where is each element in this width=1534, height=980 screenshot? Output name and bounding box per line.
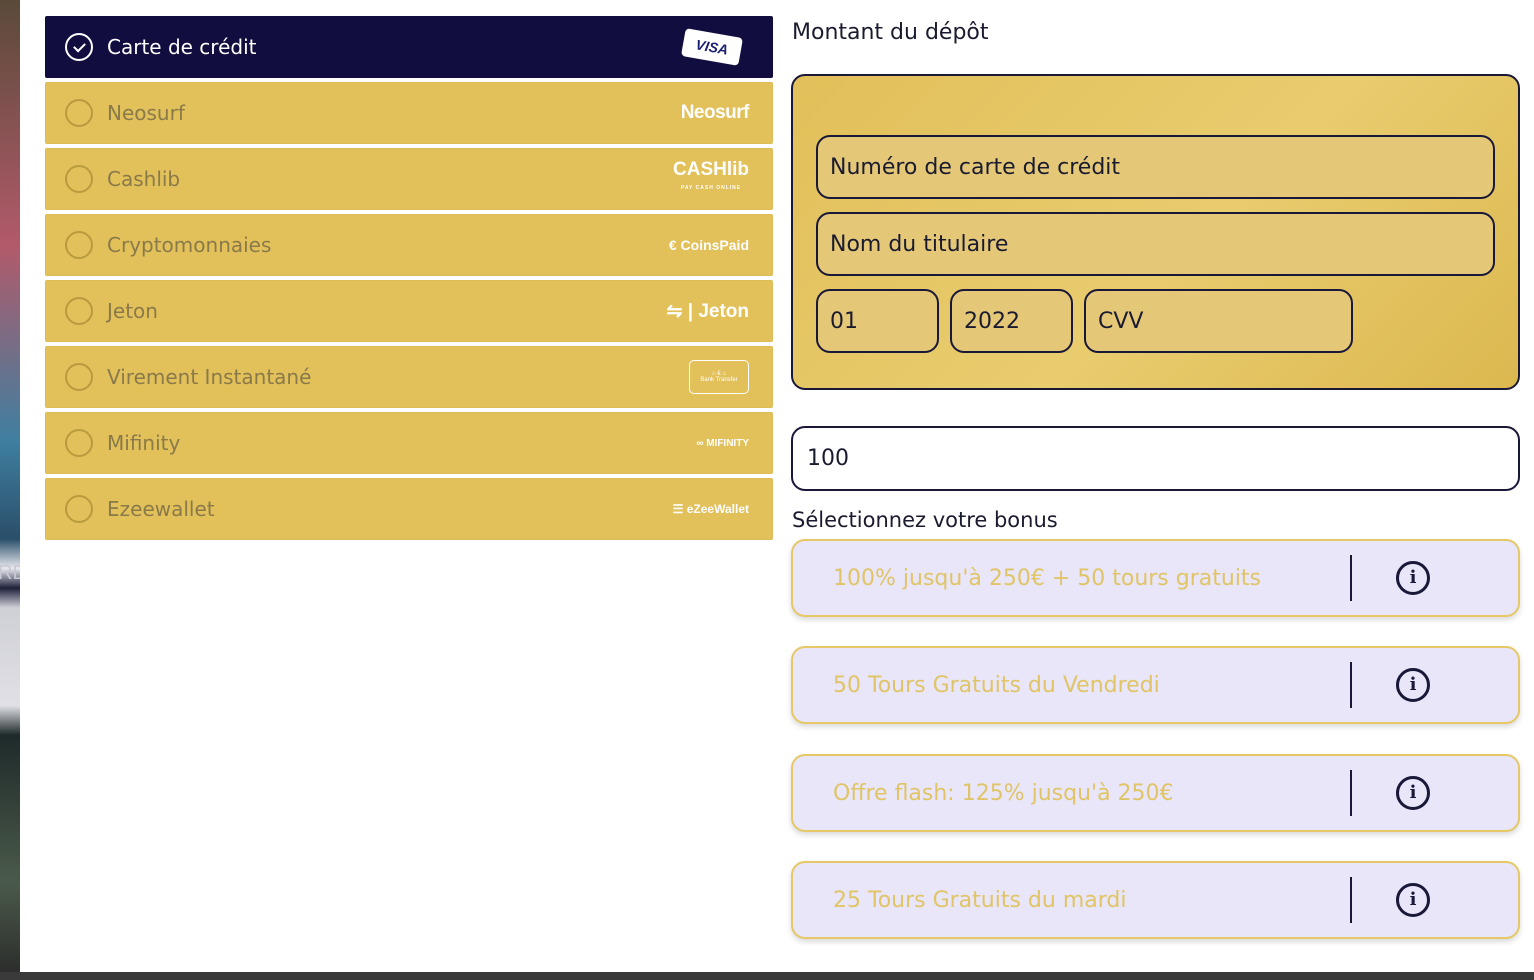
bonus-option[interactable]: 50 Tours Gratuits du Vendredi i: [791, 646, 1520, 724]
payment-method-mifinity[interactable]: Mifinity ∞ MIFINITY: [45, 412, 773, 474]
divider: [1350, 555, 1352, 601]
payment-method-label: Mifinity: [107, 431, 181, 455]
expiry-year-select[interactable]: 2022: [950, 289, 1073, 353]
coinspaid-logo: € CoinsPaid: [668, 237, 749, 253]
card-form-panel: Numéro de carte de crédit Nom du titulai…: [791, 74, 1520, 390]
mifinity-logo: ∞ MIFINITY: [696, 437, 749, 449]
bank-transfer-logo: ⌂ € ⌂ Bank Transfer: [689, 360, 749, 394]
bank-transfer-logo-text: Bank Transfer: [700, 377, 738, 383]
bottom-bar: [0, 972, 1534, 980]
payment-method-crypto[interactable]: Cryptomonnaies € CoinsPaid: [45, 214, 773, 276]
payment-method-label: Jeton: [107, 299, 158, 323]
divider: [1350, 877, 1352, 923]
radio-icon[interactable]: [65, 165, 93, 193]
info-icon[interactable]: i: [1396, 668, 1430, 702]
neosurf-logo: Neosurf: [680, 102, 750, 123]
deposit-modal: Carte de crédit VISA Neosurf Neosurf Cas…: [20, 0, 1534, 972]
radio-icon[interactable]: [65, 99, 93, 127]
radio-checked-icon[interactable]: [65, 33, 93, 61]
cashlib-logo-sub: PAY CASH ONLINE: [680, 185, 742, 191]
bonus-title: Sélectionnez votre bonus: [792, 508, 1058, 532]
cashlib-logo-text: CASHlib: [673, 159, 749, 180]
payment-method-ezeewallet[interactable]: Ezeewallet ☰ eZeeWallet: [45, 478, 773, 540]
card-number-field[interactable]: Numéro de carte de crédit: [816, 135, 1495, 199]
deposit-title: Montant du dépôt: [792, 20, 989, 45]
radio-icon[interactable]: [65, 231, 93, 259]
expiry-month-select[interactable]: 01: [816, 289, 939, 353]
payment-method-list: Carte de crédit VISA Neosurf Neosurf Cas…: [45, 16, 773, 544]
visa-card-icon: VISA: [681, 28, 743, 66]
ezeewallet-logo: ☰ eZeeWallet: [672, 502, 749, 516]
bonus-label: 50 Tours Gratuits du Vendredi: [833, 672, 1160, 698]
background-strip: RE: [0, 0, 26, 980]
bonus-option[interactable]: Offre flash: 125% jusqu'à 250€ i: [791, 754, 1520, 832]
bonus-label: Offre flash: 125% jusqu'à 250€: [833, 780, 1174, 806]
payment-method-label: Ezeewallet: [107, 497, 215, 521]
bonus-option[interactable]: 25 Tours Gratuits du mardi i: [791, 861, 1520, 939]
info-icon[interactable]: i: [1396, 561, 1430, 595]
payment-method-label: Cryptomonnaies: [107, 233, 272, 257]
cashlib-logo: CASHlib PAY CASH ONLINE: [673, 159, 749, 197]
card-holder-field[interactable]: Nom du titulaire: [816, 212, 1495, 276]
bonus-option[interactable]: 100% jusqu'à 250€ + 50 tours gratuits i: [791, 539, 1520, 617]
info-icon[interactable]: i: [1396, 776, 1430, 810]
payment-method-cashlib[interactable]: Cashlib CASHlib PAY CASH ONLINE: [45, 148, 773, 210]
cvv-field[interactable]: CVV: [1084, 289, 1353, 353]
payment-method-jeton[interactable]: Jeton ⇋ | Jeton: [45, 280, 773, 342]
amount-input[interactable]: 100: [791, 426, 1520, 491]
payment-method-neosurf[interactable]: Neosurf Neosurf: [45, 82, 773, 144]
radio-icon[interactable]: [65, 363, 93, 391]
radio-icon[interactable]: [65, 429, 93, 457]
payment-method-label: Neosurf: [107, 101, 185, 125]
info-icon[interactable]: i: [1396, 883, 1430, 917]
bonus-label: 100% jusqu'à 250€ + 50 tours gratuits: [833, 565, 1262, 591]
radio-icon[interactable]: [65, 297, 93, 325]
payment-method-label: Virement Instantané: [107, 365, 312, 389]
payment-method-label: Cashlib: [107, 167, 181, 191]
bonus-label: 25 Tours Gratuits du mardi: [833, 887, 1127, 913]
divider: [1350, 770, 1352, 816]
payment-method-bank-transfer[interactable]: Virement Instantané ⌂ € ⌂ Bank Transfer: [45, 346, 773, 408]
jeton-logo: ⇋ | Jeton: [666, 300, 749, 322]
payment-method-card[interactable]: Carte de crédit VISA: [45, 16, 773, 78]
divider: [1350, 662, 1352, 708]
payment-method-label: Carte de crédit: [107, 35, 257, 59]
radio-icon[interactable]: [65, 495, 93, 523]
